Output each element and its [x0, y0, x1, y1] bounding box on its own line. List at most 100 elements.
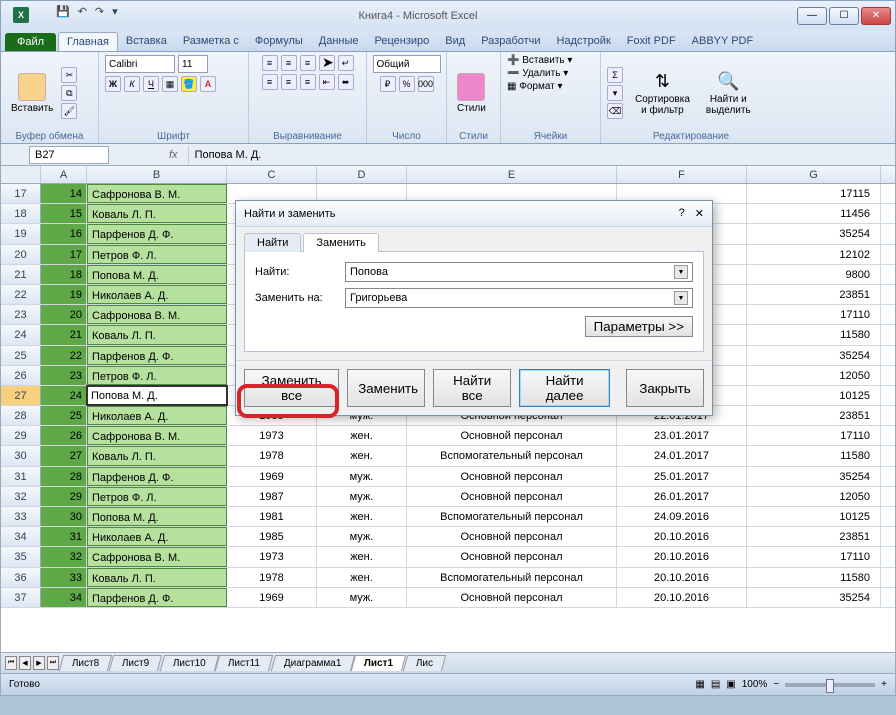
fill-color-button[interactable]: 🪣 [181, 76, 197, 92]
row-header[interactable]: 37 [1, 588, 41, 607]
save-icon[interactable]: 💾 [56, 5, 70, 18]
find-input[interactable]: Попова ▼ [345, 262, 693, 282]
cell[interactable]: 14 [41, 184, 87, 203]
row-header[interactable]: 26 [1, 366, 41, 385]
cell[interactable]: 24.09.2016 [617, 507, 747, 526]
cell[interactable]: 23851 [747, 406, 881, 425]
cell[interactable]: 19 [41, 285, 87, 304]
tab-file[interactable]: Файл [5, 33, 56, 51]
ribbon-tab[interactable]: Foxit PDF [619, 32, 684, 51]
ribbon-tab[interactable]: ABBYY PDF [684, 32, 762, 51]
table-row[interactable]: 3027Коваль Л. П.1978жен.Вспомогательный … [1, 446, 895, 466]
cell[interactable]: 17115 [747, 184, 881, 203]
cell[interactable]: муж. [317, 588, 407, 607]
cell[interactable]: Петров Ф. Л. [87, 366, 227, 385]
underline-button[interactable]: Ч [143, 76, 159, 92]
cell[interactable]: 23 [41, 366, 87, 385]
dropdown-icon[interactable]: ▼ [674, 265, 688, 279]
cell[interactable]: Коваль Л. П. [87, 568, 227, 587]
find-all-button[interactable]: Найти все [433, 369, 511, 407]
sort-filter-button[interactable]: ⇅ Сортировка и фильтр [631, 69, 694, 118]
view-layout-icon[interactable]: ▤ [711, 679, 720, 690]
cell[interactable]: 1985 [227, 527, 317, 546]
italic-button[interactable]: К [124, 76, 140, 92]
sheet-nav-next-icon[interactable]: ▶ [33, 656, 45, 670]
cell[interactable]: 25 [41, 406, 87, 425]
cell[interactable]: Коваль Л. П. [87, 204, 227, 223]
col-header-b[interactable]: B [87, 166, 227, 183]
col-header-c[interactable]: C [227, 166, 317, 183]
cell[interactable]: жен. [317, 446, 407, 465]
row-header[interactable]: 34 [1, 527, 41, 546]
cell[interactable]: 10125 [747, 507, 881, 526]
cell[interactable]: Петров Ф. Л. [87, 487, 227, 506]
sheet-nav-first-icon[interactable]: ⏮ [5, 656, 17, 670]
sheet-tab[interactable]: Лист11 [215, 655, 273, 671]
cell[interactable]: 11580 [747, 568, 881, 587]
row-header[interactable]: 20 [1, 245, 41, 264]
sheet-nav-prev-icon[interactable]: ◀ [19, 656, 31, 670]
row-header[interactable]: 32 [1, 487, 41, 506]
row-header[interactable]: 24 [1, 325, 41, 344]
cell[interactable]: 28 [41, 467, 87, 486]
paste-button[interactable]: Вставить [7, 71, 57, 116]
cell[interactable]: 1981 [227, 507, 317, 526]
indent-dec-icon[interactable]: ⇤ [319, 74, 335, 90]
cell[interactable]: 11456 [747, 204, 881, 223]
cell[interactable]: 17 [41, 245, 87, 264]
sheet-tab[interactable]: Лис [403, 655, 446, 671]
cell[interactable]: Основной персонал [407, 467, 617, 486]
cell[interactable]: 12050 [747, 366, 881, 385]
cell[interactable]: 23.01.2017 [617, 426, 747, 445]
cell[interactable]: 20.10.2016 [617, 588, 747, 607]
border-button[interactable]: ▦ [162, 76, 178, 92]
col-header-d[interactable]: D [317, 166, 407, 183]
sheet-tab[interactable]: Диаграмма1 [270, 655, 354, 671]
cell[interactable]: Попова М. Д. [87, 265, 227, 284]
zoom-level[interactable]: 100% [742, 679, 768, 690]
cell[interactable]: 20.10.2016 [617, 568, 747, 587]
cell[interactable]: 20 [41, 305, 87, 324]
cell[interactable]: 35254 [747, 467, 881, 486]
cell[interactable]: 12050 [747, 487, 881, 506]
cell[interactable]: 26.01.2017 [617, 487, 747, 506]
align-center-icon[interactable]: ≡ [281, 74, 297, 90]
tab-replace[interactable]: Заменить [303, 233, 378, 252]
zoom-in-icon[interactable]: + [881, 679, 887, 690]
cell[interactable]: Николаев А. Д. [87, 285, 227, 304]
replace-input[interactable]: Григорьева ▼ [345, 288, 693, 308]
copy-icon[interactable]: ⧉ [61, 85, 77, 101]
cell[interactable]: Вспомогательный персонал [407, 446, 617, 465]
cell[interactable]: Вспомогательный персонал [407, 568, 617, 587]
table-row[interactable]: 2926Сафронова В. М.1973жен.Основной перс… [1, 426, 895, 446]
dialog-help-icon[interactable]: ? [679, 207, 685, 220]
replace-button[interactable]: Заменить [347, 369, 425, 407]
cell[interactable]: Сафронова В. М. [87, 184, 227, 203]
cell[interactable]: 26 [41, 426, 87, 445]
cell[interactable]: Коваль Л. П. [87, 446, 227, 465]
cell[interactable]: Попова М. Д. [87, 386, 227, 405]
cell[interactable]: 22 [41, 346, 87, 365]
cell[interactable]: 30 [41, 507, 87, 526]
ribbon-tab[interactable]: Данные [311, 32, 367, 51]
ribbon-tab[interactable]: Рецензиро [367, 32, 438, 51]
cell[interactable]: 1969 [227, 467, 317, 486]
cell[interactable]: Основной персонал [407, 547, 617, 566]
dropdown-icon[interactable]: ▼ [674, 291, 688, 305]
row-header[interactable]: 18 [1, 204, 41, 223]
fill-icon[interactable]: ▾ [607, 85, 623, 101]
cell[interactable]: 21 [41, 325, 87, 344]
sheet-nav-last-icon[interactable]: ⏭ [47, 656, 59, 670]
cell[interactable]: 29 [41, 487, 87, 506]
formula-input[interactable]: Попова М. Д. [188, 146, 895, 164]
cell[interactable]: Основной персонал [407, 588, 617, 607]
currency-icon[interactable]: ₽ [380, 76, 396, 92]
cell[interactable]: Основной персонал [407, 426, 617, 445]
cell[interactable]: жен. [317, 547, 407, 566]
cell[interactable]: 17110 [747, 305, 881, 324]
sheet-tab[interactable]: Лист1 [351, 655, 406, 671]
cell[interactable]: 34 [41, 588, 87, 607]
cell[interactable]: 11580 [747, 446, 881, 465]
ribbon-tab[interactable]: Надстройк [549, 32, 619, 51]
cell[interactable]: 25.01.2017 [617, 467, 747, 486]
